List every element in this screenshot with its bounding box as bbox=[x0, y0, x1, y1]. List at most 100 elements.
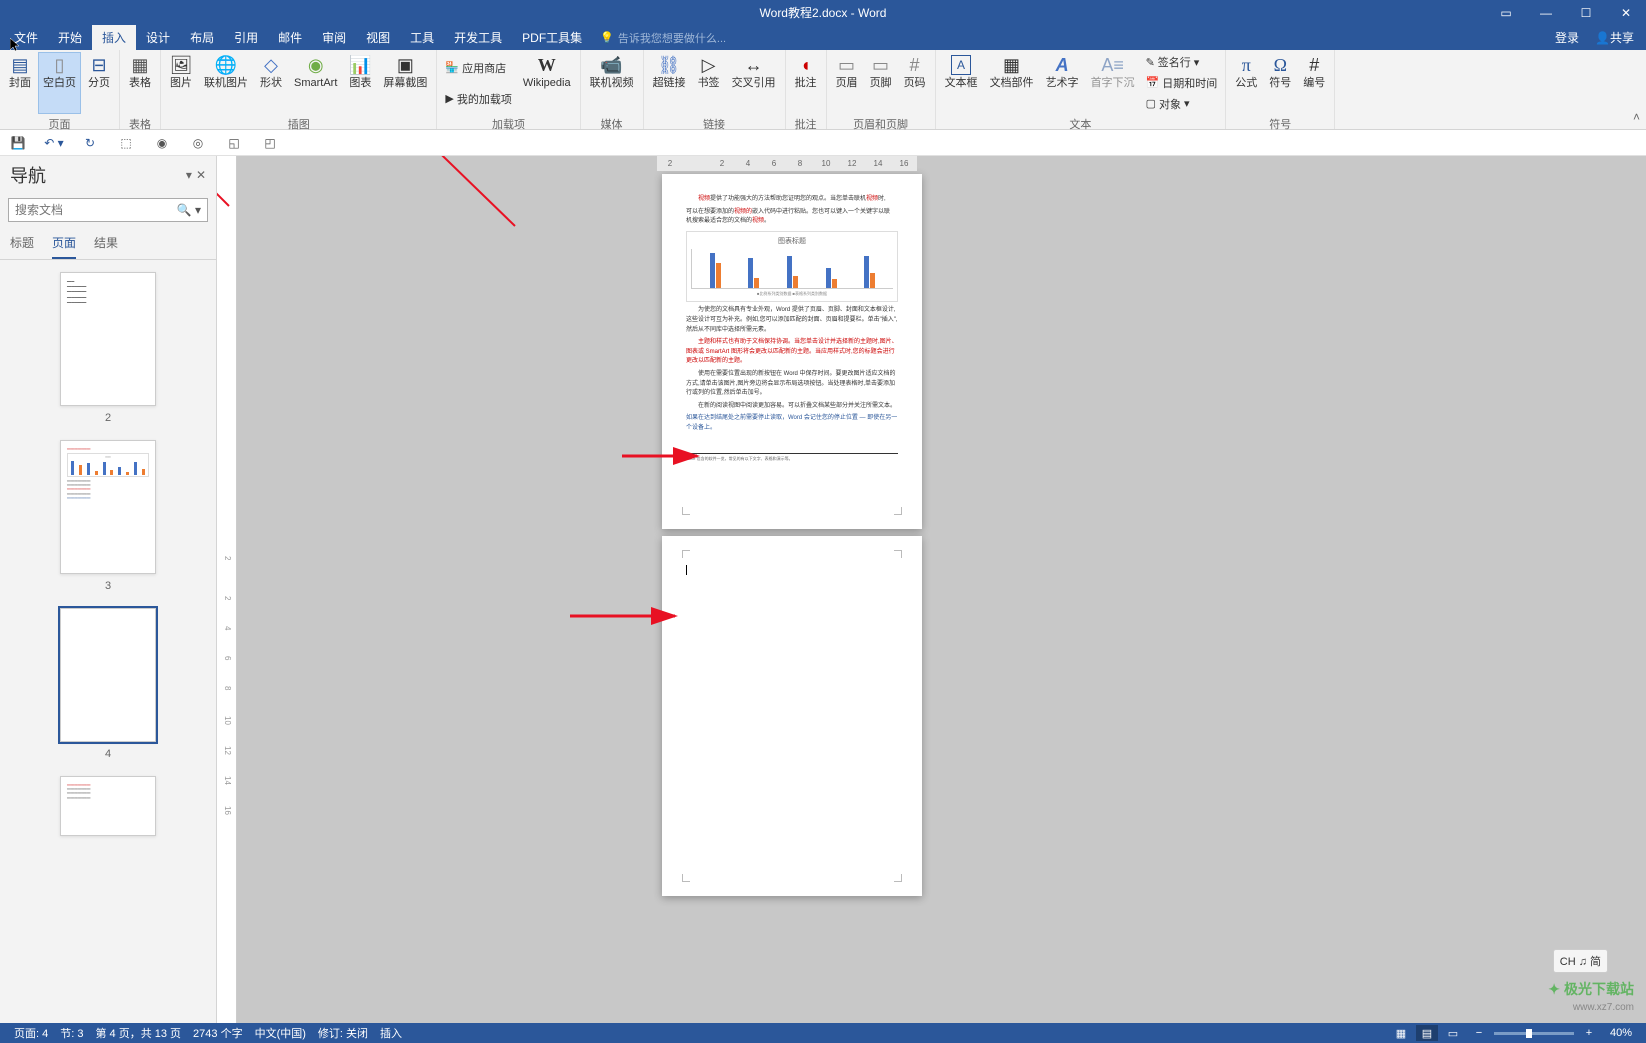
thumbnail-page-3[interactable]: ━━━━━━━━━━━━━ ━━━ ━━━━━━━━━━━━━━━━━━━━━━… bbox=[60, 440, 156, 574]
cross-reference-button[interactable]: ↔交叉引用 bbox=[727, 52, 781, 114]
paragraph: 主题和样式也有助于文档保持协调。当您单击设计并选择新的主题时,图片、图表或 Sm… bbox=[686, 338, 898, 367]
table-icon: ▦ bbox=[130, 55, 150, 75]
table-button[interactable]: ▦表格 bbox=[124, 52, 156, 114]
maximize-button[interactable]: ☐ bbox=[1566, 0, 1606, 25]
save-button[interactable]: 💾 bbox=[8, 133, 28, 153]
signature-line-button[interactable]: ✎签名行 ▾ bbox=[1142, 52, 1222, 72]
undo-button[interactable]: ↶ ▾ bbox=[44, 133, 64, 153]
page-number-button[interactable]: #页码 bbox=[899, 52, 931, 114]
tab-references[interactable]: 引用 bbox=[224, 25, 268, 50]
nav-tab-headings[interactable]: 标题 bbox=[10, 234, 34, 259]
number-button[interactable]: #编号 bbox=[1298, 52, 1330, 114]
qat-btn-6[interactable]: ◎ bbox=[188, 133, 208, 153]
read-mode-button[interactable]: ▦ bbox=[1390, 1025, 1412, 1041]
thumbnail-page-5[interactable]: ━━━━━━━━━━━━━━━━━━━━━━━━━━━━━━━━━━━━━━━━… bbox=[60, 776, 156, 836]
footer-button[interactable]: ▭页脚 bbox=[865, 52, 897, 114]
tab-home[interactable]: 开始 bbox=[48, 25, 92, 50]
nav-tab-results[interactable]: 结果 bbox=[94, 234, 118, 259]
quick-parts-button[interactable]: ▦文档部件 bbox=[985, 52, 1039, 114]
my-addins-button[interactable]: ▶我的加载项 bbox=[441, 89, 515, 109]
store-button[interactable]: 🏪应用商店 bbox=[441, 58, 515, 78]
status-word-count[interactable]: 2743 个字 bbox=[187, 1025, 249, 1041]
page-break-button[interactable]: ⊟分页 bbox=[83, 52, 115, 114]
web-layout-button[interactable]: ▭ bbox=[1442, 1025, 1464, 1041]
document-area[interactable]: L 2 2 4 6 8 10 12 14 16 2 2 4 6 8 10 12 … bbox=[217, 156, 1646, 1025]
status-language[interactable]: 中文(中国) bbox=[249, 1025, 312, 1041]
document-page-4[interactable] bbox=[662, 536, 922, 896]
cross-ref-icon: ↔ bbox=[744, 55, 764, 75]
horizontal-ruler[interactable]: 2 2 4 6 8 10 12 14 16 bbox=[657, 156, 917, 171]
tab-review[interactable]: 审阅 bbox=[312, 25, 356, 50]
qat-btn-4[interactable]: ⬚ bbox=[116, 133, 136, 153]
equation-button[interactable]: π公式 bbox=[1230, 52, 1262, 114]
status-page[interactable]: 页面: 4 bbox=[8, 1025, 54, 1041]
qat-btn-8[interactable]: ◰ bbox=[260, 133, 280, 153]
qat-btn-7[interactable]: ◱ bbox=[224, 133, 244, 153]
status-page-count[interactable]: 第 4 页，共 13 页 bbox=[89, 1025, 187, 1041]
pictures-button[interactable]: 🖼图片 bbox=[165, 52, 197, 114]
search-icon[interactable]: 🔍 ▾ bbox=[177, 203, 201, 217]
drop-cap-button[interactable]: A≡首字下沉 bbox=[1086, 52, 1140, 114]
tell-me-search[interactable]: 💡 告诉我您想要做什么... bbox=[592, 25, 726, 50]
chart-button[interactable]: 📊图表 bbox=[344, 52, 376, 114]
screenshot-button[interactable]: ▣屏幕截图 bbox=[378, 52, 432, 114]
tab-developer[interactable]: 开发工具 bbox=[444, 25, 512, 50]
login-button[interactable]: 登录 bbox=[1547, 25, 1587, 50]
blank-page-button[interactable]: ▯空白页 bbox=[38, 52, 81, 114]
embedded-chart[interactable]: 图表标题 ■比例系列类别数据 ■表格系列类别数据 bbox=[686, 231, 898, 303]
collapse-ribbon-button[interactable]: ˄ bbox=[1633, 110, 1640, 124]
bookmark-button[interactable]: ▷书签 bbox=[693, 52, 725, 114]
wordart-button[interactable]: A艺术字 bbox=[1041, 52, 1084, 114]
online-video-button[interactable]: 📹联机视频 bbox=[585, 52, 639, 114]
header-button[interactable]: ▭页眉 bbox=[831, 52, 863, 114]
tab-view[interactable]: 视图 bbox=[356, 25, 400, 50]
shapes-button[interactable]: ◇形状 bbox=[255, 52, 287, 114]
ribbon-group-links: ⛓超链接 ▷书签 ↔交叉引用 链接 bbox=[644, 50, 786, 129]
online-pictures-button[interactable]: 🌐联机图片 bbox=[199, 52, 253, 114]
minimize-button[interactable]: — bbox=[1526, 0, 1566, 25]
zoom-out-button[interactable]: − bbox=[1468, 1025, 1490, 1041]
ribbon-group-label-tables: 表格 bbox=[124, 114, 156, 134]
status-track-changes[interactable]: 修订: 关闭 bbox=[312, 1025, 374, 1041]
zoom-in-button[interactable]: + bbox=[1578, 1025, 1600, 1041]
qat-btn-5[interactable]: ◉ bbox=[152, 133, 172, 153]
close-button[interactable]: ✕ bbox=[1606, 0, 1646, 25]
wikipedia-button[interactable]: WWikipedia bbox=[518, 52, 576, 114]
print-layout-button[interactable]: ▤ bbox=[1416, 1025, 1438, 1041]
smartart-button[interactable]: ◉SmartArt bbox=[289, 52, 342, 114]
thumbnail-page-2[interactable]: ━━━━━━━━━━━━━━━━━━━━━━━━━━━━━━━━━━━ bbox=[60, 272, 156, 406]
thumb-label: 2 bbox=[105, 412, 111, 424]
nav-tab-pages[interactable]: 页面 bbox=[52, 234, 76, 259]
share-button[interactable]: 👤 共享 bbox=[1587, 25, 1642, 50]
document-page-3[interactable]: 视频提供了功能强大的方法帮助您证明您的观点。当您单击联机视频时, 可以在想要添加… bbox=[662, 174, 922, 529]
nav-close-button[interactable]: ✕ bbox=[196, 168, 206, 182]
status-insert-mode[interactable]: 插入 bbox=[374, 1025, 408, 1041]
comment-button[interactable]: ◖批注 bbox=[790, 52, 822, 114]
tab-pdf-tools[interactable]: PDF工具集 bbox=[512, 25, 592, 50]
symbol-button[interactable]: Ω符号 bbox=[1264, 52, 1296, 114]
nav-thumbnails[interactable]: ━━━━━━━━━━━━━━━━━━━━━━━━━━━━━━━━━━━ 2 ━━… bbox=[0, 260, 216, 1025]
ime-indicator[interactable]: CH ♫ 简 bbox=[1553, 949, 1608, 973]
object-button[interactable]: ▢对象 ▾ bbox=[1142, 94, 1222, 114]
redo-button[interactable]: ↻ bbox=[80, 133, 100, 153]
tab-layout[interactable]: 布局 bbox=[180, 25, 224, 50]
nav-search[interactable]: 🔍 ▾ bbox=[8, 198, 208, 222]
thumbnail-page-4[interactable] bbox=[60, 608, 156, 742]
video-icon: 📹 bbox=[602, 55, 622, 75]
nav-dropdown-button[interactable]: ▾ bbox=[186, 168, 192, 182]
zoom-slider[interactable] bbox=[1494, 1032, 1574, 1035]
hyperlink-button[interactable]: ⛓超链接 bbox=[648, 52, 691, 114]
cover-page-button[interactable]: ▤封面 bbox=[4, 52, 36, 114]
search-input[interactable] bbox=[15, 203, 177, 217]
zoom-level[interactable]: 40% bbox=[1604, 1027, 1638, 1039]
textbox-button[interactable]: A文本框 bbox=[940, 52, 983, 114]
vertical-ruler[interactable]: 2 2 4 6 8 10 12 14 16 bbox=[217, 156, 237, 1025]
tab-mailings[interactable]: 邮件 bbox=[268, 25, 312, 50]
tab-insert[interactable]: 插入 bbox=[92, 25, 136, 50]
tab-design[interactable]: 设计 bbox=[136, 25, 180, 50]
ribbon-group-label-illustrations: 插图 bbox=[165, 114, 432, 134]
tab-tools[interactable]: 工具 bbox=[400, 25, 444, 50]
ribbon-display-options[interactable]: ▭ bbox=[1486, 0, 1526, 25]
date-time-button[interactable]: 📅日期和时间 bbox=[1142, 73, 1222, 93]
status-section[interactable]: 节: 3 bbox=[54, 1025, 89, 1041]
